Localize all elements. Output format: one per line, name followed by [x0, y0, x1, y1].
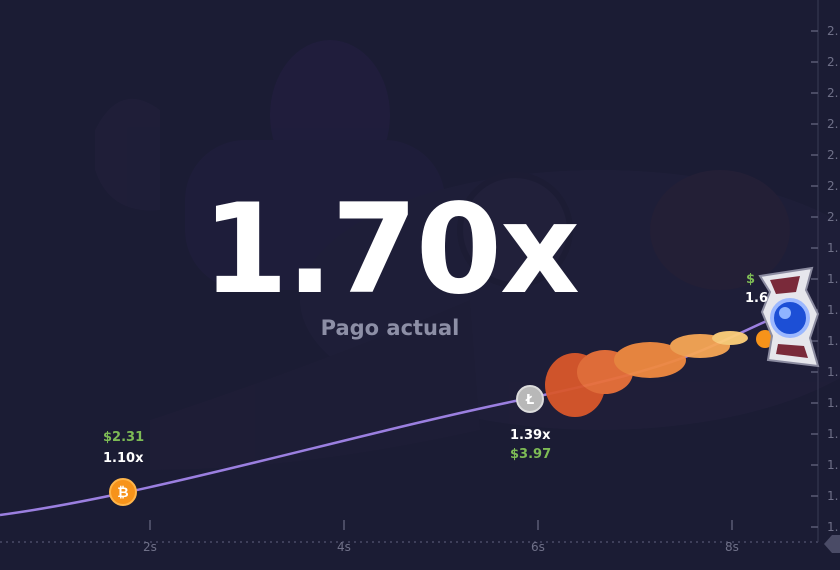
- axis-scroll-handle-icon: [824, 535, 840, 553]
- litecoin-coin-icon: Ł: [516, 385, 544, 413]
- rocket-ship-icon: [758, 266, 820, 368]
- marker-1-multiplier: 1.10x: [103, 451, 144, 466]
- y-tick-label: 2.: [827, 210, 839, 224]
- marker-3-amount: $: [746, 272, 756, 287]
- y-tick-label: 2.: [827, 148, 839, 162]
- multiplier-caption: Pago actual: [320, 316, 460, 340]
- marker-2-multiplier: 1.39x: [510, 428, 551, 443]
- y-tick-label: 1.: [827, 241, 839, 255]
- x-tick-label: 8s: [725, 540, 739, 554]
- y-tick-label: 1.: [827, 334, 839, 348]
- marker-2-amount: $3.97: [510, 447, 552, 462]
- y-tick-label: 1.: [827, 396, 839, 410]
- y-tick-label: 2.: [827, 86, 839, 100]
- flame-trail: [545, 331, 748, 417]
- marker-1-amount: $2.31: [103, 430, 145, 445]
- y-tick-label: 1.: [827, 272, 839, 286]
- y-tick-label: 2.: [827, 24, 839, 38]
- y-tick-label: 1.: [827, 303, 839, 317]
- y-tick-label: 2.: [827, 179, 839, 193]
- y-tick-label: 2.: [827, 117, 839, 131]
- y-tick-label: 1.: [827, 458, 839, 472]
- game-stage: ₿ Ł 1.70x Pago actual $2.31 1.10x 1.39x …: [0, 0, 840, 570]
- bitcoin-coin-icon: ₿: [109, 478, 137, 506]
- y-tick-label: 2.: [827, 55, 839, 69]
- y-tick-label: 1.: [827, 489, 839, 503]
- svg-text:₿: ₿: [117, 485, 128, 501]
- svg-text:Ł: Ł: [525, 393, 534, 408]
- x-tick-label: 6s: [531, 540, 545, 554]
- y-tick-label: 1.: [827, 427, 839, 441]
- y-tick-label: 1.: [827, 365, 839, 379]
- marker-3-multiplier: 1.6: [745, 291, 769, 306]
- x-tick-label: 4s: [337, 540, 351, 554]
- current-multiplier: 1.70x: [202, 178, 580, 322]
- x-tick-label: 2s: [143, 540, 157, 554]
- y-tick-label: 1.: [827, 520, 839, 534]
